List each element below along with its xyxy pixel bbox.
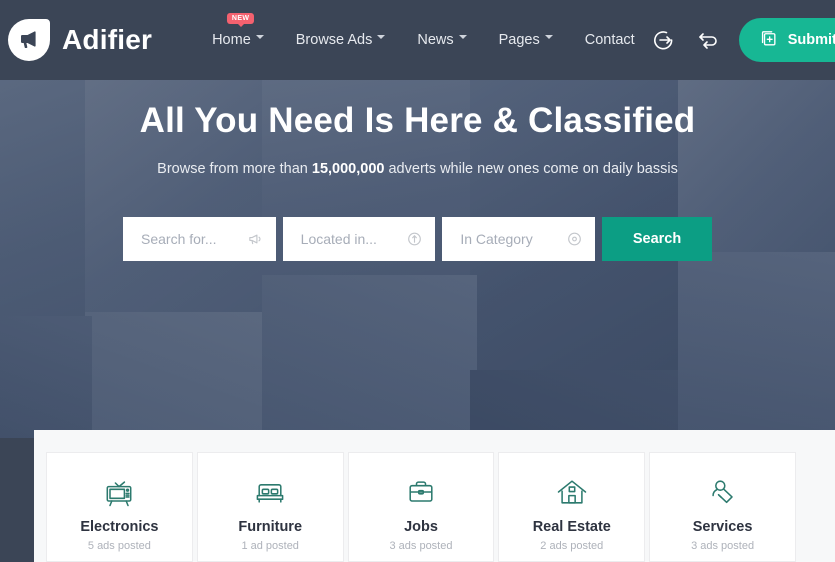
chevron-down-icon (255, 35, 264, 43)
search-location-field[interactable] (282, 216, 436, 261)
category-count: 3 ads posted (691, 540, 755, 552)
hero-subtitle-count: 15,000,000 (311, 160, 385, 177)
brand-name: Adifier (62, 24, 153, 55)
nav-label: Pages (498, 32, 540, 48)
category-card-furniture[interactable]: Furniture 1 ad posted (196, 452, 344, 562)
page-root: Adifier NEW Home Browse Ads News Pages C… (0, 0, 835, 562)
search-category-field[interactable] (442, 216, 596, 261)
nav-item-news[interactable]: News (401, 22, 482, 58)
category-card-real-estate[interactable]: Real Estate 2 ads posted (498, 452, 646, 562)
nav-item-pages[interactable]: Pages (483, 22, 569, 58)
submit-ad-button[interactable]: Submit Ad (738, 18, 835, 62)
category-card-jobs[interactable]: Jobs 3 ads posted (347, 452, 495, 562)
category-name: Services (692, 519, 753, 535)
brand-logo[interactable]: Adifier (8, 19, 152, 61)
category-section: Electronics 5 ads posted Furniture 1 ad … (34, 430, 808, 562)
nav-label: Browse Ads (295, 32, 373, 48)
house-icon (554, 469, 590, 515)
search-input[interactable] (141, 230, 244, 247)
chevron-down-icon (377, 35, 386, 43)
category-name: Real Estate (532, 519, 611, 535)
search-keyword-field[interactable] (123, 216, 276, 261)
category-count: 3 ads posted (389, 540, 453, 552)
section-right-strip (808, 430, 835, 562)
nav-new-badge: NEW (226, 13, 255, 24)
person-handshake-icon (705, 469, 741, 515)
category-name: Electronics (80, 519, 159, 535)
chevron-down-icon (458, 35, 467, 43)
login-arrow-icon[interactable] (651, 27, 677, 53)
nav-label: News (417, 32, 454, 48)
category-name: Jobs (404, 519, 438, 535)
tv-icon (101, 469, 137, 515)
hero-banner: All You Need Is Here & Classified Browse… (0, 80, 835, 438)
category-count: 2 ads posted (540, 540, 604, 552)
megaphone-icon (247, 230, 264, 247)
hero-subtitle: Browse from more than 15,000,000 adverts… (157, 161, 678, 177)
submit-ad-label: Submit Ad (787, 32, 835, 48)
site-header: Adifier NEW Home Browse Ads News Pages C… (0, 0, 835, 80)
nav-label: Home (212, 32, 251, 48)
main-nav: NEW Home Browse Ads News Pages Contact (196, 13, 651, 58)
category-count: 1 ad posted (241, 540, 299, 552)
add-document-icon (759, 29, 778, 52)
category-count: 5 ads posted (87, 540, 151, 552)
nav-label: Contact (584, 32, 635, 48)
location-pin-icon (406, 230, 423, 247)
header-actions: Submit Ad (651, 18, 835, 62)
nav-item-home[interactable]: NEW Home (196, 13, 280, 58)
megaphone-icon (8, 19, 50, 61)
nav-item-browse-ads[interactable]: Browse Ads (280, 22, 402, 58)
location-input[interactable] (300, 230, 404, 247)
category-card-services[interactable]: Services 3 ads posted (649, 452, 796, 562)
hero-subtitle-after: adverts while new ones come on daily bas… (384, 160, 678, 177)
search-button[interactable]: Search (602, 216, 713, 261)
nav-item-contact[interactable]: Contact (569, 22, 651, 58)
bed-icon (252, 469, 288, 515)
compare-arrows-icon[interactable] (695, 27, 721, 53)
briefcase-icon (403, 469, 439, 515)
category-name: Furniture (238, 519, 303, 535)
category-input[interactable] (460, 230, 564, 247)
hero-title: All You Need Is Here & Classified (139, 101, 696, 140)
hero-search-bar: Search (123, 216, 713, 261)
hero-content: All You Need Is Here & Classified Browse… (0, 80, 835, 438)
category-card-electronics[interactable]: Electronics 5 ads posted (46, 452, 193, 562)
chevron-down-icon (544, 35, 553, 43)
hero-subtitle-before: Browse from more than (157, 160, 312, 177)
target-circle-icon (566, 230, 583, 247)
